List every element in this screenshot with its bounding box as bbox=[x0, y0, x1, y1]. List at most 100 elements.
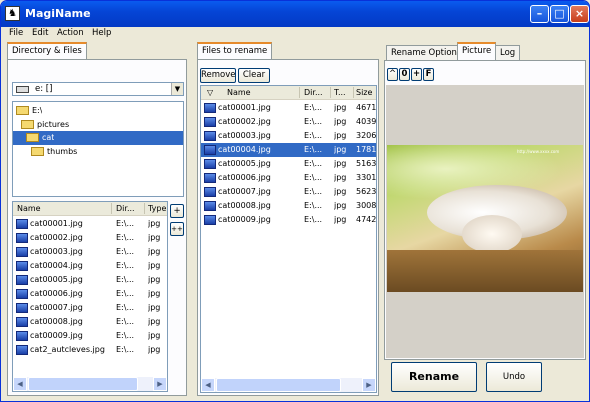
minimize-button[interactable]: – bbox=[530, 5, 549, 23]
remove-button[interactable]: Remove bbox=[200, 68, 236, 83]
image-file-icon bbox=[16, 261, 28, 271]
rename-queue-panel: Remove Clear ▽ Name Dir... T... Size cat… bbox=[197, 59, 379, 396]
cell-size: 1781 bbox=[356, 145, 376, 154]
drive-icon bbox=[16, 86, 29, 93]
zoom-fit-button[interactable]: F bbox=[423, 68, 434, 81]
cell-type: jpg bbox=[334, 103, 347, 112]
file-row[interactable]: cat00008.jpg E:\... jpg bbox=[13, 315, 167, 329]
sort-down-icon[interactable]: ▽ bbox=[207, 88, 213, 97]
file-row-selected[interactable]: cat00004.jpg E:\... jpg 1781 bbox=[201, 143, 376, 157]
directory-panel: e: [] ▼ E:\ pictures cat thumbs Name Dir… bbox=[7, 59, 187, 396]
file-row[interactable]: cat00003.jpg E:\... jpg bbox=[13, 245, 167, 259]
tab-picture[interactable]: Picture bbox=[457, 42, 497, 60]
file-row[interactable]: cat00003.jpg E:\... jpg 3206 bbox=[201, 129, 376, 143]
scroll-left-icon[interactable]: ◀ bbox=[201, 378, 215, 392]
cell-dir: E:\... bbox=[116, 345, 135, 354]
zoom-actual-button[interactable]: 0 bbox=[399, 68, 410, 81]
tree-item[interactable]: E:\ bbox=[13, 104, 183, 118]
cell-type: jpg bbox=[148, 317, 161, 326]
cell-dir: E:\... bbox=[116, 303, 135, 312]
tab-directory-files[interactable]: Directory & Files bbox=[7, 42, 87, 60]
cell-name: cat00008.jpg bbox=[30, 317, 83, 326]
column-dir[interactable]: Dir... bbox=[116, 204, 135, 213]
main-window: ♞ MagiName – □ × File Edit Action Help D… bbox=[0, 0, 590, 402]
app-icon: ♞ bbox=[5, 6, 20, 21]
drive-select-value: e: [] bbox=[35, 84, 53, 94]
file-row[interactable]: cat00006.jpg E:\... jpg 3301 bbox=[201, 171, 376, 185]
tab-rename-option[interactable]: Rename Option bbox=[386, 45, 462, 60]
file-row[interactable]: cat00004.jpg E:\... jpg bbox=[13, 259, 167, 273]
cat-photo: http://www.xxxx.com bbox=[387, 145, 583, 292]
scroll-right-icon[interactable]: ▶ bbox=[362, 378, 376, 392]
chevron-down-icon[interactable]: ▼ bbox=[171, 83, 183, 95]
tree-item-selected[interactable]: cat bbox=[13, 131, 183, 145]
column-type[interactable]: Type bbox=[148, 204, 166, 213]
tree-item[interactable]: thumbs bbox=[13, 145, 183, 159]
image-file-icon bbox=[204, 173, 216, 183]
file-row[interactable]: cat00005.jpg E:\... jpg bbox=[13, 273, 167, 287]
menu-edit[interactable]: Edit bbox=[32, 28, 48, 38]
cell-dir: E:\... bbox=[304, 201, 323, 210]
file-row[interactable]: cat00006.jpg E:\... jpg bbox=[13, 287, 167, 301]
scroll-right-icon[interactable]: ▶ bbox=[153, 377, 167, 391]
image-file-icon bbox=[16, 331, 28, 341]
cell-name: cat00004.jpg bbox=[218, 145, 271, 154]
zoom-up-button[interactable]: ^ bbox=[387, 68, 398, 81]
horizontal-scrollbar[interactable]: ◀ ▶ bbox=[13, 377, 167, 391]
file-row[interactable]: cat00002.jpg E:\... jpg 4039 bbox=[201, 115, 376, 129]
file-row[interactable]: cat00001.jpg E:\... jpg bbox=[13, 217, 167, 231]
file-row[interactable]: cat00007.jpg E:\... jpg bbox=[13, 301, 167, 315]
scroll-thumb[interactable] bbox=[216, 378, 341, 392]
drive-select[interactable]: e: [] ▼ bbox=[12, 82, 184, 96]
folder-tree: E:\ pictures cat thumbs bbox=[12, 101, 184, 197]
tab-log[interactable]: Log bbox=[495, 45, 521, 60]
cell-name: cat00009.jpg bbox=[218, 215, 271, 224]
file-row[interactable]: cat00001.jpg E:\... jpg 4671 bbox=[201, 101, 376, 115]
scroll-left-icon[interactable]: ◀ bbox=[13, 377, 27, 391]
menu-bar: File Edit Action Help bbox=[1, 27, 589, 41]
add-button[interactable]: + bbox=[170, 204, 184, 218]
zoom-in-button[interactable]: + bbox=[411, 68, 422, 81]
cell-type: jpg bbox=[334, 159, 347, 168]
horizontal-scrollbar[interactable]: ◀ ▶ bbox=[201, 378, 376, 392]
column-dir[interactable]: Dir... bbox=[304, 88, 323, 97]
undo-button[interactable]: Undo bbox=[486, 362, 542, 392]
window-title: MagiName bbox=[25, 7, 91, 20]
menu-help[interactable]: Help bbox=[92, 28, 111, 38]
column-size[interactable]: Size bbox=[356, 88, 372, 97]
image-file-icon bbox=[204, 103, 216, 113]
menu-action[interactable]: Action bbox=[57, 28, 84, 38]
tree-item[interactable]: pictures bbox=[13, 118, 183, 132]
column-type[interactable]: T... bbox=[334, 88, 346, 97]
folder-icon bbox=[31, 147, 44, 156]
tree-item-label: cat bbox=[42, 133, 55, 142]
menu-file[interactable]: File bbox=[9, 28, 23, 38]
image-file-icon bbox=[204, 159, 216, 169]
file-row[interactable]: cat2_autcleves.jpg E:\... jpg bbox=[13, 343, 167, 357]
file-row[interactable]: cat00005.jpg E:\... jpg 5163 bbox=[201, 157, 376, 171]
image-file-icon bbox=[204, 131, 216, 141]
file-list-header: Name Dir... Type bbox=[13, 202, 167, 216]
cell-dir: E:\... bbox=[116, 331, 135, 340]
file-row[interactable]: cat00009.jpg E:\... jpg 4742 bbox=[201, 213, 376, 227]
tree-item-label: E:\ bbox=[32, 106, 43, 115]
image-file-icon bbox=[204, 215, 216, 225]
column-name[interactable]: Name bbox=[17, 204, 41, 213]
tab-files-to-rename[interactable]: Files to rename bbox=[197, 42, 273, 60]
cell-name: cat00007.jpg bbox=[218, 187, 271, 196]
maximize-button[interactable]: □ bbox=[550, 5, 569, 23]
add-all-button[interactable]: ++ bbox=[170, 222, 184, 236]
file-row[interactable]: cat00007.jpg E:\... jpg 5623 bbox=[201, 185, 376, 199]
file-row[interactable]: cat00002.jpg E:\... jpg bbox=[13, 231, 167, 245]
cell-name: cat00007.jpg bbox=[30, 303, 83, 312]
file-row[interactable]: cat00008.jpg E:\... jpg 3008 bbox=[201, 199, 376, 213]
cell-type: jpg bbox=[148, 233, 161, 242]
close-button[interactable]: × bbox=[570, 5, 589, 23]
column-name[interactable]: Name bbox=[227, 88, 251, 97]
cell-dir: E:\... bbox=[304, 117, 323, 126]
rename-button[interactable]: Rename bbox=[391, 362, 477, 392]
clear-button[interactable]: Clear bbox=[238, 68, 270, 83]
scroll-thumb[interactable] bbox=[28, 377, 138, 391]
file-row[interactable]: cat00009.jpg E:\... jpg bbox=[13, 329, 167, 343]
image-file-icon bbox=[16, 247, 28, 257]
